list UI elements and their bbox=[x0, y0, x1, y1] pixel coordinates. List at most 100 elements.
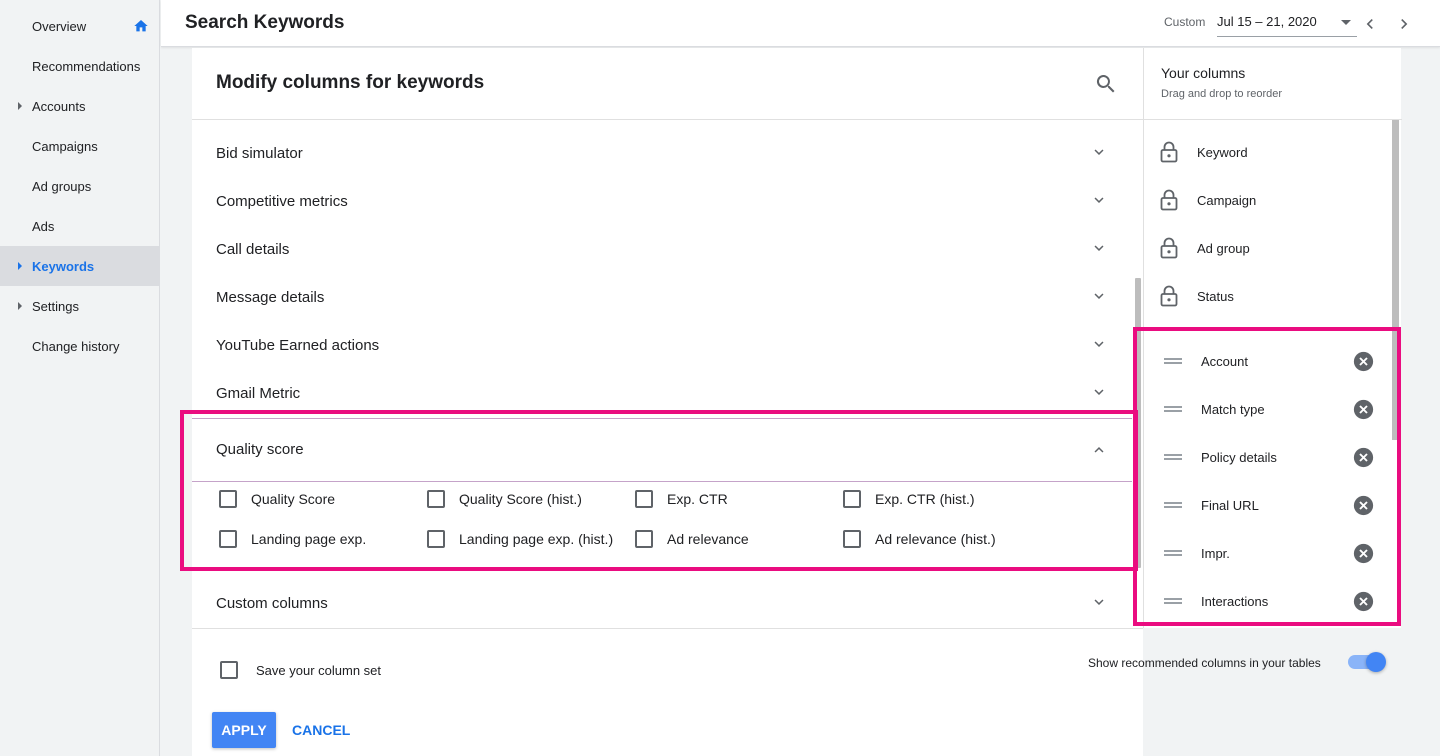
cancel-button[interactable]: CANCEL bbox=[288, 712, 354, 748]
section-call-details[interactable]: Call details bbox=[192, 225, 1132, 273]
column-item-draggable[interactable]: Account bbox=[1144, 338, 1394, 386]
column-item-fixed: Status bbox=[1144, 273, 1394, 321]
checkbox-label: Ad relevance bbox=[667, 531, 749, 547]
checkbox[interactable] bbox=[635, 530, 653, 548]
chevron-right-icon[interactable] bbox=[1394, 14, 1414, 34]
drag-handle-icon[interactable] bbox=[1164, 452, 1182, 462]
column-item-fixed: Keyword bbox=[1144, 129, 1394, 177]
landing-page-exp-checkbox[interactable]: Landing page exp. bbox=[219, 527, 366, 551]
checkbox-label: Quality Score bbox=[251, 491, 336, 507]
sidebar-item-campaigns[interactable]: Campaigns bbox=[0, 126, 159, 166]
section-message-details[interactable]: Message details bbox=[192, 273, 1132, 321]
caret-right-icon bbox=[18, 262, 22, 270]
checkbox[interactable] bbox=[843, 530, 861, 548]
quality-score-hist-checkbox[interactable]: Quality Score (hist.) bbox=[427, 487, 582, 511]
recommended-columns-toggle[interactable] bbox=[1348, 652, 1386, 672]
sidebar-item-ad-groups[interactable]: Ad groups bbox=[0, 166, 159, 206]
checkbox[interactable] bbox=[427, 530, 445, 548]
lock-icon bbox=[1160, 189, 1178, 211]
chevron-left-icon[interactable] bbox=[1360, 14, 1380, 34]
section-label: Competitive metrics bbox=[216, 193, 348, 210]
sidebar-item-accounts[interactable]: Accounts bbox=[0, 86, 159, 126]
ad-relevance-hist-checkbox[interactable]: Ad relevance (hist.) bbox=[843, 527, 996, 551]
checkbox[interactable] bbox=[219, 490, 237, 508]
caret-right-icon bbox=[18, 102, 22, 110]
sidebar-item-label: Settings bbox=[32, 298, 79, 314]
chevron-down-icon bbox=[1094, 341, 1104, 347]
drag-handle-icon[interactable] bbox=[1164, 500, 1182, 510]
column-label: Match type bbox=[1201, 402, 1265, 417]
landing-page-exp-hist-checkbox[interactable]: Landing page exp. (hist.) bbox=[427, 527, 613, 551]
section-bid-simulator[interactable]: Bid simulator bbox=[192, 129, 1132, 177]
section-quality-score[interactable]: Quality score bbox=[192, 418, 1132, 482]
footer: Save your column set APPLY CANCEL bbox=[192, 628, 1143, 756]
section-competitive-metrics[interactable]: Competitive metrics bbox=[192, 177, 1132, 225]
exp-ctr-hist-checkbox[interactable]: Exp. CTR (hist.) bbox=[843, 487, 975, 511]
checkbox[interactable] bbox=[843, 490, 861, 508]
column-label: Campaign bbox=[1197, 193, 1257, 208]
drag-handle-icon[interactable] bbox=[1164, 548, 1182, 558]
sidebar-item-recommendations[interactable]: Recommendations bbox=[0, 46, 159, 86]
remove-icon[interactable] bbox=[1353, 543, 1374, 564]
section-youtube-earned-actions[interactable]: YouTube Earned actions bbox=[192, 321, 1132, 369]
checkbox-label: Ad relevance (hist.) bbox=[875, 531, 996, 547]
ad-relevance-checkbox[interactable]: Ad relevance bbox=[635, 527, 749, 551]
save-column-set-checkbox[interactable]: Save your column set bbox=[220, 661, 381, 679]
page-header: Search Keywords Custom Jul 15 – 21, 2020 bbox=[161, 0, 1440, 47]
date-range-select[interactable]: Jul 15 – 21, 2020 bbox=[1217, 11, 1357, 37]
remove-icon[interactable] bbox=[1353, 351, 1374, 372]
remove-icon[interactable] bbox=[1353, 447, 1374, 468]
column-item-fixed: Ad group bbox=[1144, 225, 1394, 273]
drag-handle-icon[interactable] bbox=[1164, 596, 1182, 606]
toggle-knob[interactable] bbox=[1366, 652, 1386, 672]
checkbox-label: Save your column set bbox=[256, 662, 382, 678]
column-item-draggable[interactable]: Final URL bbox=[1144, 482, 1394, 530]
home-icon bbox=[134, 20, 148, 32]
section-label: Quality score bbox=[216, 441, 304, 458]
modify-columns-panel: Modify columns for keywords Bid simulato… bbox=[192, 48, 1143, 756]
column-label: Keyword bbox=[1197, 145, 1248, 160]
checkbox[interactable] bbox=[219, 530, 237, 548]
your-columns-title: Your columns bbox=[1161, 65, 1246, 81]
exp-ctr-checkbox[interactable]: Exp. CTR bbox=[635, 487, 728, 511]
quality-score-checkbox[interactable]: Quality Score bbox=[219, 487, 335, 511]
remove-icon[interactable] bbox=[1353, 591, 1374, 612]
section-label: Call details bbox=[216, 241, 290, 258]
section-custom-columns[interactable]: Custom columns bbox=[192, 579, 1132, 627]
chevron-down-icon bbox=[1094, 245, 1104, 251]
recommended-columns-toggle-label: Show recommended columns in your tables bbox=[1088, 656, 1321, 670]
drag-handle-icon[interactable] bbox=[1164, 404, 1182, 414]
chevron-up-icon bbox=[1094, 447, 1104, 453]
sidebar-item-ads[interactable]: Ads bbox=[0, 206, 159, 246]
sidebar-item-settings[interactable]: Settings bbox=[0, 286, 159, 326]
date-range-value: Jul 15 – 21, 2020 bbox=[1217, 14, 1317, 29]
column-item-fixed: Campaign bbox=[1144, 177, 1394, 225]
remove-icon[interactable] bbox=[1353, 399, 1374, 420]
column-item-draggable[interactable]: Policy details bbox=[1144, 434, 1394, 482]
checkbox[interactable] bbox=[220, 661, 238, 679]
section-gmail-metric[interactable]: Gmail Metric bbox=[192, 369, 1132, 417]
column-label: Account bbox=[1201, 354, 1248, 369]
sidebar-item-change-history[interactable]: Change history bbox=[0, 326, 159, 366]
column-item-draggable[interactable]: Interactions bbox=[1144, 578, 1394, 626]
column-label: Interactions bbox=[1201, 594, 1269, 609]
remove-icon[interactable] bbox=[1353, 495, 1374, 516]
checkbox[interactable] bbox=[635, 490, 653, 508]
sidebar-item-overview[interactable]: Overview bbox=[0, 6, 159, 46]
dropdown-arrow-icon bbox=[1341, 20, 1351, 25]
search-icon[interactable] bbox=[1094, 72, 1118, 96]
sidebar: Overview Recommendations Accounts Campai… bbox=[0, 0, 160, 756]
section-label: Message details bbox=[216, 289, 325, 306]
scrollbar[interactable] bbox=[1392, 120, 1399, 440]
sidebar-item-label: Ad groups bbox=[32, 178, 92, 194]
sidebar-item-keywords[interactable]: Keywords bbox=[0, 246, 159, 286]
column-label: Impr. bbox=[1201, 546, 1230, 561]
drag-handle-icon[interactable] bbox=[1164, 356, 1182, 366]
column-item-draggable[interactable]: Match type bbox=[1144, 386, 1394, 434]
checkbox[interactable] bbox=[427, 490, 445, 508]
apply-button[interactable]: APPLY bbox=[212, 712, 276, 748]
sidebar-item-label: Overview bbox=[32, 18, 87, 34]
column-label: Policy details bbox=[1201, 450, 1277, 465]
scrollbar[interactable] bbox=[1135, 278, 1141, 568]
column-item-draggable[interactable]: Impr. bbox=[1144, 530, 1394, 578]
